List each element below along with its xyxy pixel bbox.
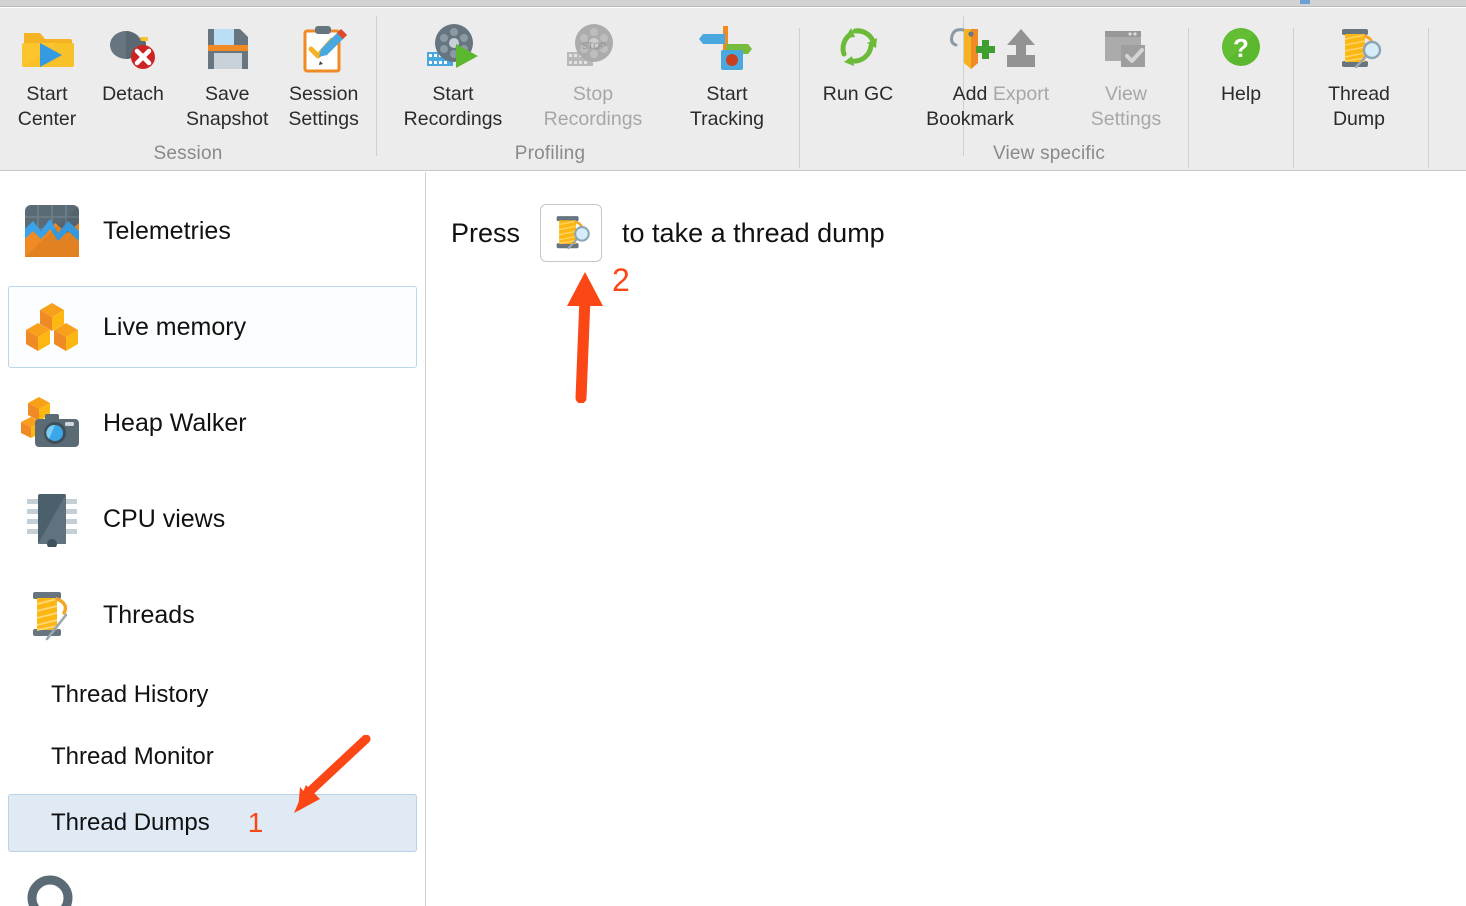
run-gc-label: Run GC xyxy=(822,83,894,105)
window-strip-nub xyxy=(1300,0,1310,4)
view-settings-button[interactable]: View Settings xyxy=(1070,20,1182,132)
sidebar-item-telemetries[interactable]: Telemetries xyxy=(8,190,417,272)
partial-bottom-icon xyxy=(20,868,425,906)
ribbon-group-view-specific: Export View Settings ? Help Thread Dump … xyxy=(964,8,1429,171)
application-window: Start Center Detach Save Snapshot Sessio… xyxy=(0,0,1466,906)
film-reel-play-icon xyxy=(425,20,481,78)
sidebar-item-label: Heap Walker xyxy=(103,408,247,437)
window-check-icon xyxy=(1098,20,1154,78)
sidebar-item-label: CPU views xyxy=(103,504,226,533)
save-snapshot-button[interactable]: Save Snapshot xyxy=(176,20,278,132)
ribbon-separator xyxy=(1293,28,1294,168)
thread-spool-magnifier-icon xyxy=(1331,20,1387,78)
cpu-chip-icon xyxy=(19,488,85,550)
thread-dump-suffix-label: to take a thread dump xyxy=(622,217,885,248)
help-button[interactable]: ? Help xyxy=(1195,20,1287,107)
thread-dump-instruction: Press to take a thread dump xyxy=(451,204,885,262)
clipboard-pencil-icon xyxy=(296,20,352,78)
annotation-number-2: 2 xyxy=(612,262,630,298)
stop-recordings-label: Stop Recordings xyxy=(543,83,643,130)
sidebar-item-threads[interactable]: Threads xyxy=(8,574,417,656)
sidebar-subitem-label: Thread Monitor xyxy=(51,743,214,770)
export-label: Export xyxy=(992,83,1050,105)
start-recordings-label: Start Recordings xyxy=(403,83,503,130)
svg-text:STOP: STOP xyxy=(582,41,606,51)
view-settings-label: View Settings xyxy=(1090,83,1162,130)
orange-cubes-icon xyxy=(19,296,85,358)
save-snapshot-label: Save Snapshot xyxy=(186,83,269,130)
annotation-marker-1: 1 xyxy=(247,807,264,838)
take-thread-dump-button[interactable] xyxy=(540,204,603,262)
telemetries-chart-icon xyxy=(19,200,85,262)
sidebar-item-label: Threads xyxy=(103,600,195,629)
detach-label: Detach xyxy=(102,83,164,105)
start-center-button[interactable]: Start Center xyxy=(4,20,90,132)
start-tracking-label: Start Tracking xyxy=(689,83,765,130)
recycle-arrows-icon xyxy=(830,20,886,78)
start-center-label: Start Center xyxy=(17,83,77,130)
sidebar-item-label: Telemetries xyxy=(103,216,231,245)
run-gc-button[interactable]: Run GC xyxy=(808,20,908,107)
help-question-icon: ? xyxy=(1213,20,1269,78)
annotation-arrow-1 xyxy=(294,735,371,813)
floppy-disk-icon xyxy=(199,20,255,78)
session-settings-button[interactable]: Session Settings xyxy=(278,20,368,132)
thread-spool-icon xyxy=(19,584,85,646)
signpost-record-icon xyxy=(699,20,755,78)
film-reel-stop-icon: STOP xyxy=(565,20,621,78)
cubes-camera-icon xyxy=(19,392,85,454)
thread-dump-label: Thread Dump xyxy=(1328,83,1390,130)
thread-dump-button[interactable]: Thread Dump xyxy=(1300,20,1418,132)
ribbon-group-profiling-label: Profiling xyxy=(514,143,586,164)
detach-button[interactable]: Detach xyxy=(90,20,176,107)
ribbon-separator xyxy=(1428,28,1429,168)
sidebar-item-cpu-views[interactable]: CPU views xyxy=(8,478,417,560)
session-settings-label: Session Settings xyxy=(288,83,359,130)
folder-play-icon xyxy=(19,20,75,78)
help-label: Help xyxy=(1220,83,1262,105)
sidebar-item-heap-walker[interactable]: Heap Walker xyxy=(8,382,417,464)
sidebar-subitem-thread-history[interactable]: Thread History xyxy=(8,666,417,724)
start-recordings-button[interactable]: Start Recordings xyxy=(383,20,523,132)
sidebar-item-label: Live memory xyxy=(103,312,247,341)
annotation-arrow-2 xyxy=(567,272,603,403)
ribbon-toolbar: Start Center Detach Save Snapshot Sessio… xyxy=(0,8,1466,171)
window-top-strip xyxy=(0,0,1466,7)
svg-text:?: ? xyxy=(1233,33,1249,63)
stop-recordings-button[interactable]: STOP Stop Recordings xyxy=(523,20,663,132)
plug-disconnect-icon xyxy=(105,20,161,78)
start-tracking-button[interactable]: Start Tracking xyxy=(663,20,791,132)
thread-spool-magnifier-icon xyxy=(556,216,590,250)
ribbon-group-view-specific-label: View specific xyxy=(992,143,1106,164)
export-upload-icon xyxy=(993,20,1049,78)
press-label: Press xyxy=(451,217,521,248)
export-button[interactable]: Export xyxy=(972,20,1070,107)
sidebar-subitem-label: Thread Dumps xyxy=(51,809,210,836)
sidebar-item-live-memory[interactable]: Live memory xyxy=(8,286,417,368)
sidebar-subitem-label: Thread History xyxy=(51,681,209,708)
